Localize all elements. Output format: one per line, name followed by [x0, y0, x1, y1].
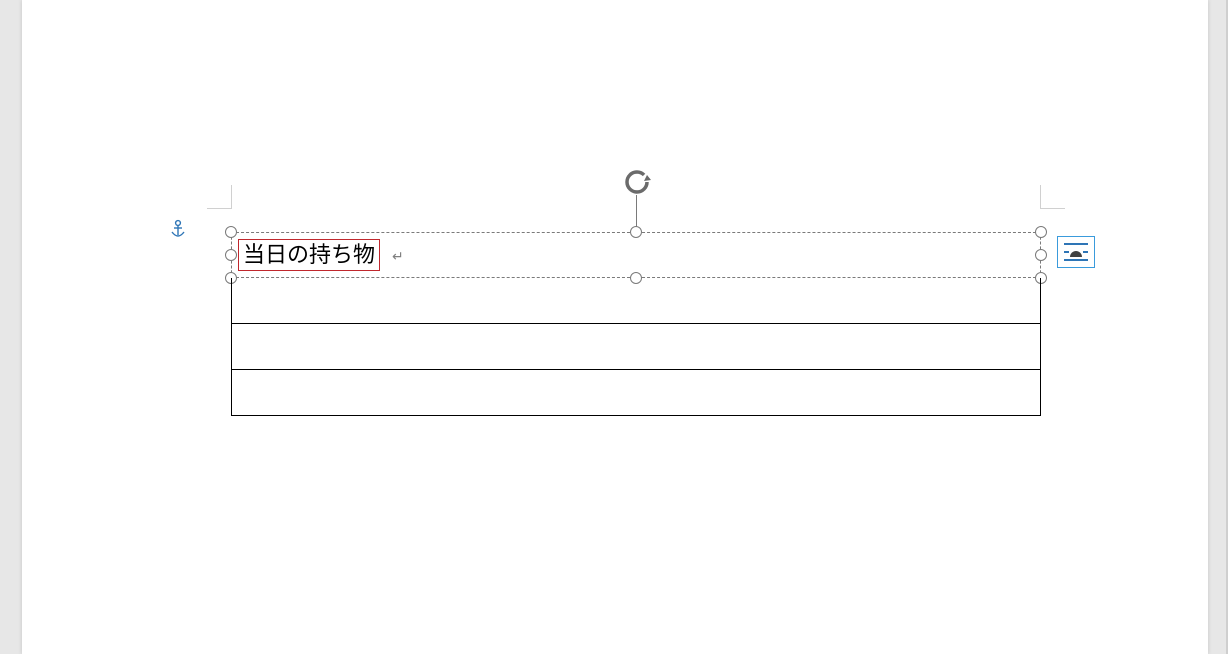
anchor-icon	[169, 219, 187, 239]
resize-handle-top-right[interactable]	[1035, 226, 1047, 238]
resize-handle-top-left[interactable]	[225, 226, 237, 238]
layout-options-button[interactable]	[1057, 236, 1095, 268]
paragraph-mark: ↵	[392, 248, 404, 265]
margin-mark	[1040, 185, 1041, 209]
document-page[interactable]: 当日の持ち物 ↵	[22, 0, 1208, 654]
table-row[interactable]	[231, 324, 1041, 370]
margin-mark	[1040, 208, 1065, 209]
layout-options-icon	[1062, 241, 1090, 263]
rotation-stem	[636, 195, 637, 227]
margin-mark	[231, 185, 232, 209]
table-row[interactable]	[231, 370, 1041, 416]
margin-mark	[207, 208, 232, 209]
resize-handle-top-center[interactable]	[630, 226, 642, 238]
rotation-handle-icon[interactable]	[620, 165, 654, 199]
resize-handle-middle-right[interactable]	[1035, 249, 1047, 261]
table-row[interactable]	[231, 278, 1041, 324]
resize-handle-middle-left[interactable]	[225, 249, 237, 261]
text-box-content[interactable]: 当日の持ち物	[238, 239, 380, 271]
